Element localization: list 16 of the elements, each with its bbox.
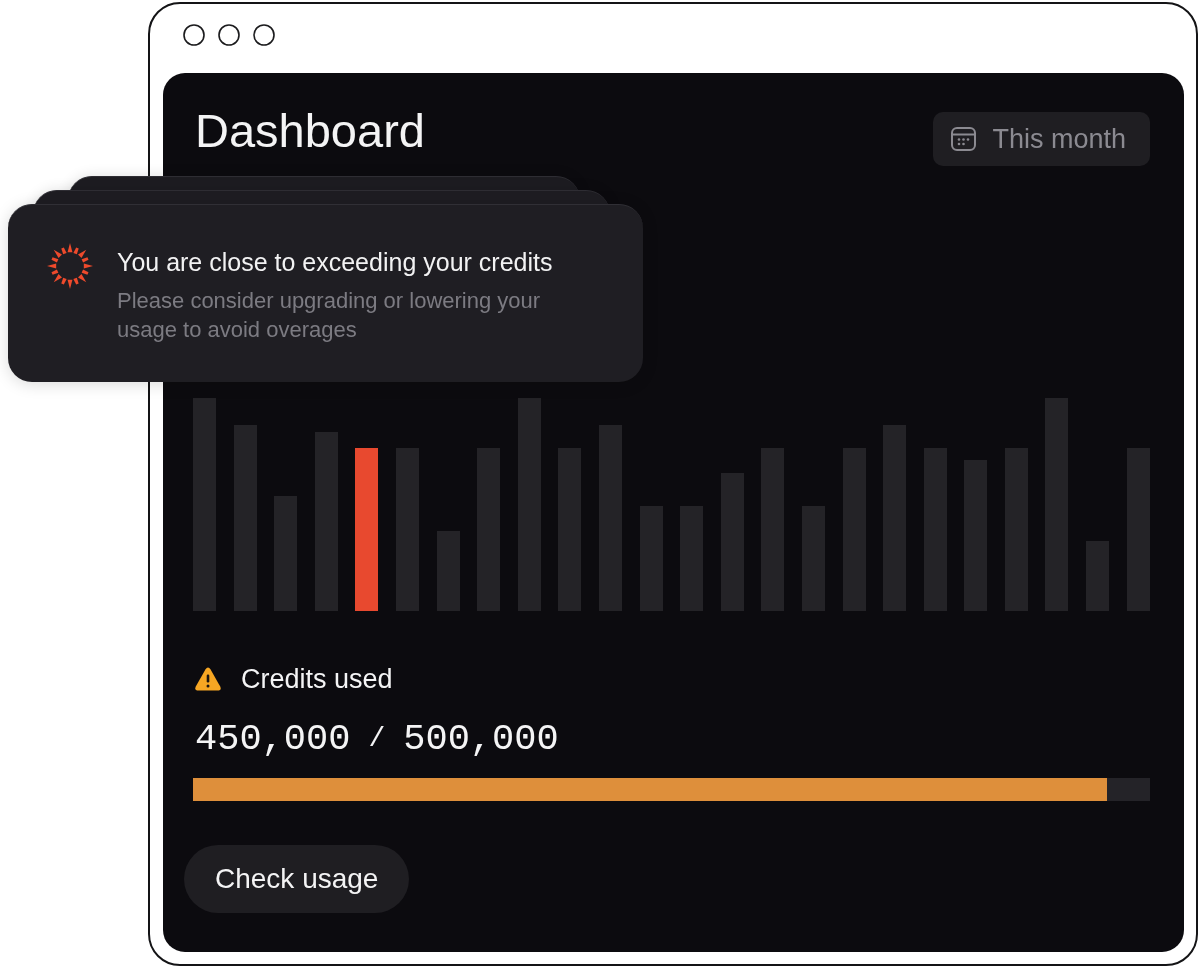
sunburst-icon [47,243,93,289]
chart-bar [1086,541,1110,611]
window-control-icon[interactable] [218,24,240,46]
window-control-icon[interactable] [253,24,275,46]
warning-icon [195,667,221,691]
notification-message: Please consider upgrading or lowering your usage to avoid overages [117,287,542,344]
check-usage-button[interactable]: Check usage [184,845,410,913]
window-control-icon[interactable] [183,24,205,46]
notification-title: You are close to exceeding your credits [117,247,554,277]
credits-used-value: 450,000 [195,717,351,761]
calendar-icon [951,127,977,151]
credits-total-value: 500,000 [403,717,559,761]
page-title: Dashboard [195,103,425,159]
period-button[interactable]: This month [933,112,1150,166]
value-separator: / [368,722,386,756]
credits-label: Credits used [241,664,393,694]
